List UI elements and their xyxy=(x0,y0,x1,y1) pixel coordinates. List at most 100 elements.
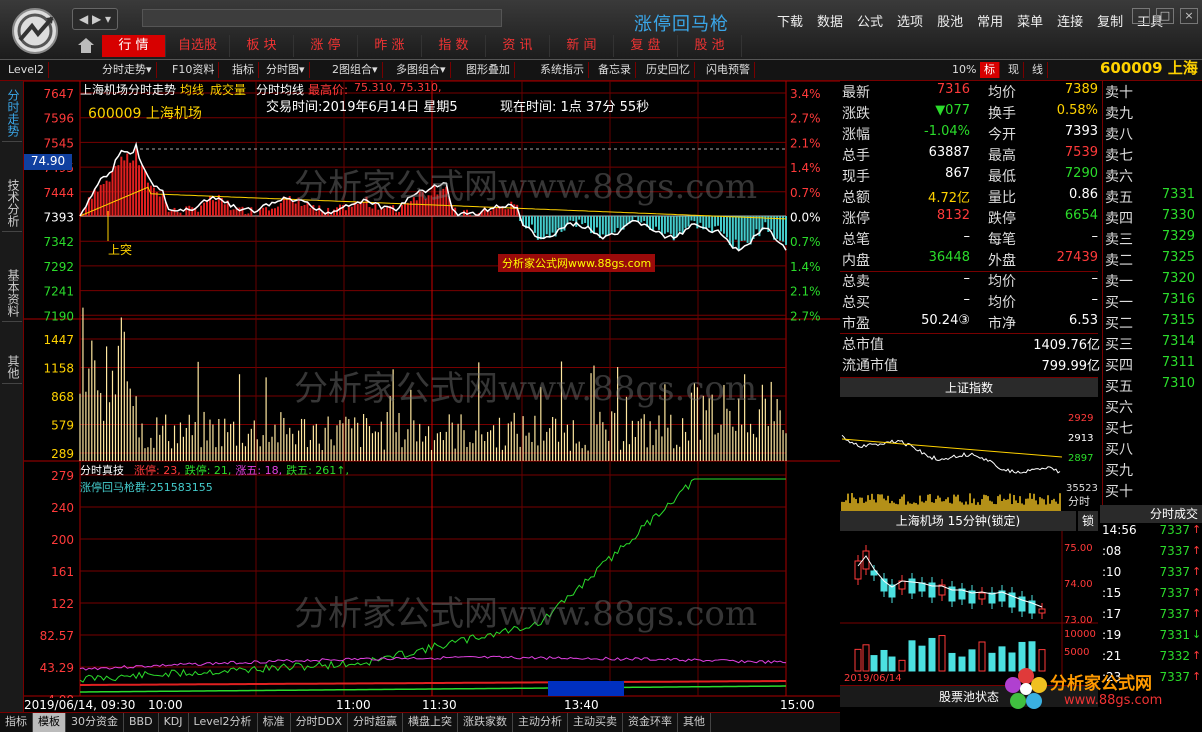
menu-item[interactable]: 公式 xyxy=(850,11,890,30)
quote-value: 50.24③ xyxy=(921,313,970,328)
watermark: 分析家公式网www.88gs.com xyxy=(294,167,758,207)
address-dropdown[interactable] xyxy=(142,9,502,27)
tab-main[interactable]: 行 情 xyxy=(102,35,166,57)
orderbook-price: 7310 xyxy=(1161,376,1195,391)
quote-value: 7316 xyxy=(936,82,970,97)
toolbar-item[interactable]: 历史回忆 xyxy=(642,62,695,78)
chart-toolbar: Level2 分时走势▾ F10资料 指标 分时图▾ 2图组合▾ 多图组合▾ 图形叠加 系统指示… xyxy=(0,60,1202,81)
bottom-tab[interactable]: 分时DDX xyxy=(291,713,349,732)
home-icon[interactable] xyxy=(76,36,96,54)
menu-item[interactable]: 下载 xyxy=(770,11,810,30)
watermark: 分析家公式网www.88gs.com xyxy=(294,594,758,634)
orderbook-label: 卖四 xyxy=(1105,211,1133,227)
tab-main[interactable]: 昨 涨 xyxy=(358,35,422,57)
left-tab[interactable]: 基本资料 xyxy=(2,265,22,322)
menu-item[interactable]: 连接 xyxy=(1050,11,1090,30)
tick-arrow-icon: ↑ xyxy=(1192,586,1202,599)
menu-item[interactable]: 选项 xyxy=(890,11,930,30)
toolbar-item[interactable]: 分时走势▾ xyxy=(98,62,157,78)
tab-main[interactable]: 新 闻 xyxy=(550,35,614,57)
separator xyxy=(840,333,1098,334)
bottom-tab[interactable]: 主动买卖 xyxy=(568,713,624,732)
menu-item[interactable]: 菜单 xyxy=(1010,11,1050,30)
indicator-title: 分时真技 xyxy=(80,464,124,477)
bottom-tab[interactable]: 横盘上突 xyxy=(403,713,459,732)
menu-item[interactable]: 常用 xyxy=(970,11,1010,30)
orderbook-label: 卖七 xyxy=(1105,148,1133,164)
bottom-tab[interactable]: KDJ xyxy=(159,713,189,732)
orderbook-label: 卖九 xyxy=(1105,106,1133,122)
tick-time: :19 xyxy=(1102,628,1122,642)
maximize-icon[interactable]: □ xyxy=(1156,8,1174,24)
bottom-tab[interactable]: 指标 xyxy=(0,713,33,732)
tick-time: :10 xyxy=(1102,565,1122,579)
time-label: 10:00 xyxy=(148,698,183,712)
toolbar-item[interactable]: 图形叠加 xyxy=(462,62,515,78)
orderbook-label: 卖五 xyxy=(1105,190,1133,206)
bottom-tab[interactable]: BBD xyxy=(124,713,159,732)
pct-tick: 2.1% xyxy=(790,285,821,299)
tab-main[interactable]: 股 池 xyxy=(678,35,742,57)
toolbar-right-tab[interactable]: 现 xyxy=(1004,62,1024,78)
toolbar-right-tab[interactable]: 线 xyxy=(1028,62,1048,78)
tab-main[interactable]: 资 讯 xyxy=(486,35,550,57)
bottom-tab[interactable]: 其他 xyxy=(678,713,712,732)
bottom-tab[interactable]: 30分资金 xyxy=(66,713,124,732)
quote-label: 流通市值 xyxy=(842,358,898,374)
main-tabs: 行 情自选股板 块涨 停昨 涨指 数资 讯新 闻复 盘股 池 xyxy=(102,35,742,57)
toolbar-item[interactable]: 2图组合▾ xyxy=(328,62,383,78)
bottom-tab[interactable]: 分时超赢 xyxy=(348,713,404,732)
orderbook-price: 7314 xyxy=(1161,334,1195,349)
toolbar-item[interactable]: Level2 xyxy=(4,62,50,78)
bottom-tab[interactable]: 主动分析 xyxy=(513,713,569,732)
bottom-tab[interactable]: 资金环率 xyxy=(623,713,679,732)
quote-label: 外盘 xyxy=(988,253,1016,269)
menu-item[interactable]: 复制 xyxy=(1090,11,1130,30)
left-tab[interactable]: 分时走势 xyxy=(2,85,22,142)
toolbar-item[interactable]: 指标 xyxy=(228,62,259,78)
left-tab[interactable]: 技术分析 xyxy=(2,175,22,232)
quote-value: – xyxy=(1091,271,1099,286)
zoom-level[interactable]: 10% xyxy=(948,62,982,78)
close-icon[interactable]: × xyxy=(1180,8,1198,24)
bottom-tab[interactable]: 标准 xyxy=(258,713,291,732)
price-tick: 7545 xyxy=(43,136,74,150)
bottom-tab[interactable]: 模板 xyxy=(33,713,66,732)
separator xyxy=(840,271,1098,272)
left-tab[interactable]: 其他 xyxy=(2,351,22,384)
tab-main[interactable]: 涨 停 xyxy=(294,35,358,57)
orderbook-price: 7329 xyxy=(1161,229,1195,244)
toolbar-item[interactable]: 分时图▾ xyxy=(262,62,310,78)
tab-main[interactable]: 指 数 xyxy=(422,35,486,57)
menu-item[interactable]: 数据 xyxy=(810,11,850,30)
stock-name: 600009 上海机场 xyxy=(88,106,202,122)
bottom-tab[interactable]: 涨跌家数 xyxy=(458,713,514,732)
orderbook-price: 7325 xyxy=(1161,250,1195,265)
index-chart[interactable]: 2929 2913 2897 35523分时 xyxy=(840,397,1098,511)
orderbook-label: 买八 xyxy=(1105,442,1133,458)
minimize-icon[interactable]: _ xyxy=(1132,8,1150,24)
kline-tick: 73.00 xyxy=(1064,615,1093,626)
pct-tick: 0.0% xyxy=(790,211,821,225)
toolbar-item[interactable]: 备忘录 xyxy=(594,62,636,78)
tab-main[interactable]: 自选股 xyxy=(166,35,230,57)
indicator-stats: 涨停: 23, 跌停: 21, 涨五: 18, 跌五: 261↑, xyxy=(134,462,349,478)
price-tick: 7444 xyxy=(43,186,74,200)
menu-item[interactable]: 股池 xyxy=(930,11,970,30)
toolbar-right-tab[interactable]: 标 xyxy=(980,62,1000,78)
toolbar-item[interactable]: 闪电预警 xyxy=(702,62,755,78)
time-label: 11:00 xyxy=(336,698,371,712)
bottom-tab[interactable]: Level2分析 xyxy=(189,713,258,732)
toolbar-item[interactable]: 多图组合▾ xyxy=(392,62,451,78)
indicator-tick: 122 xyxy=(51,597,74,611)
ticks-title: 分时成交 xyxy=(1100,505,1202,523)
nav-back-forward[interactable]: ◀ ▶ ▾ xyxy=(72,8,118,30)
toolbar-item[interactable]: 系统指示 xyxy=(536,62,589,78)
tab-main[interactable]: 板 块 xyxy=(230,35,294,57)
lock-button[interactable]: 锁 xyxy=(1078,511,1098,531)
kline-tick: 74.00 xyxy=(1064,579,1093,590)
indicator-tick: 240 xyxy=(51,501,74,515)
tab-main[interactable]: 复 盘 xyxy=(614,35,678,57)
toolbar-item[interactable]: F10资料 xyxy=(168,62,220,78)
indicator-tick: 200 xyxy=(51,533,74,547)
